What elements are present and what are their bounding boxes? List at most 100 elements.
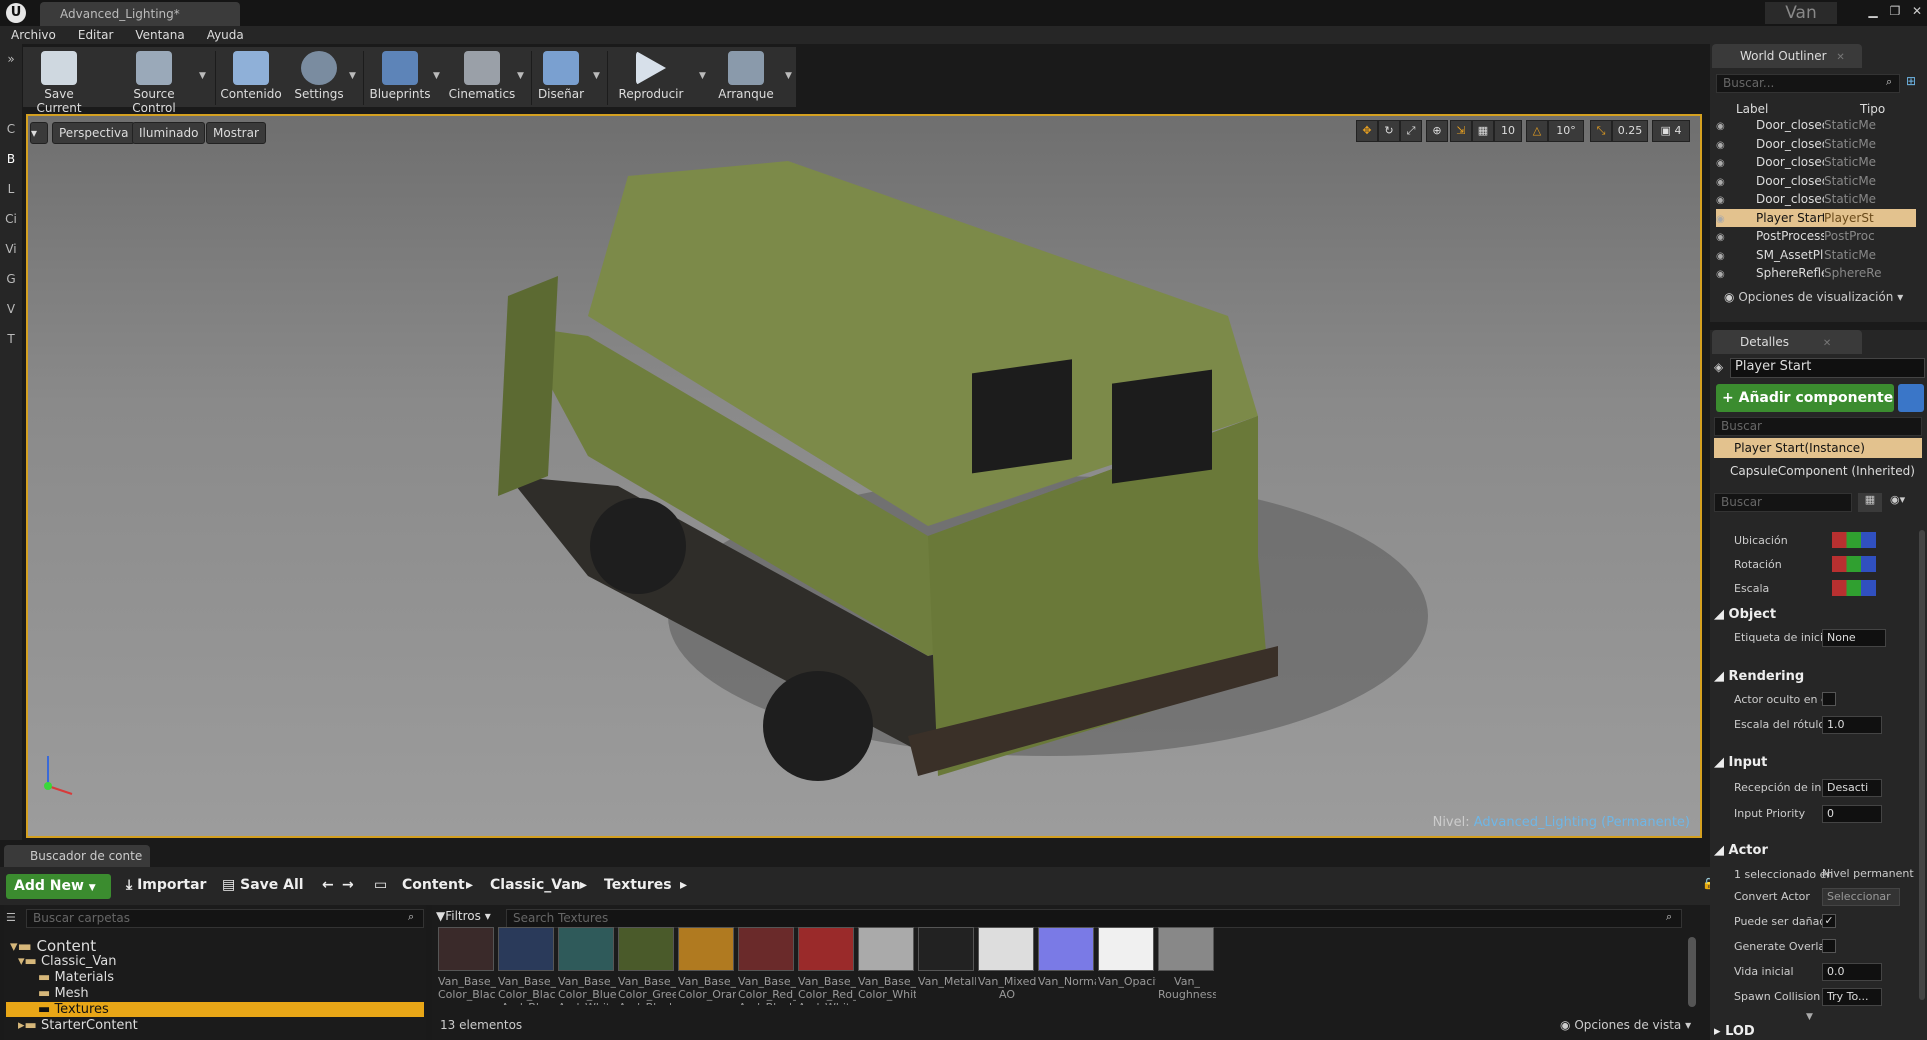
mode-tab-v[interactable]: V (0, 294, 22, 324)
mode-tab-vi[interactable]: Vi (0, 234, 22, 264)
component-player-start-instance[interactable]: Player Start(Instance) (1714, 438, 1922, 458)
show-button[interactable]: Mostrar (206, 122, 266, 144)
details-scrollbar[interactable] (1919, 530, 1925, 1000)
start-tag-field[interactable]: None (1822, 629, 1886, 647)
rotation-label[interactable]: Rotación (1734, 558, 1834, 571)
location-xyz-field[interactable] (1832, 532, 1876, 548)
save-current-button[interactable]: Save Current (27, 47, 91, 115)
tree-item-mesh[interactable]: ▬ Mesh (38, 986, 89, 1001)
grid-snap-value[interactable]: 10 (1494, 120, 1522, 142)
asset-tile[interactable]: Van_Base_ Color_Black_ And_Blue (498, 927, 556, 1005)
location-label[interactable]: Ubicación (1734, 534, 1834, 547)
asset-tile[interactable]: Van_Mixed_ AO (978, 927, 1036, 1005)
outliner-row[interactable]: ◉ Door_closedStaticMe (1716, 190, 1916, 208)
unreal-logo-icon[interactable]: U (6, 3, 26, 23)
scale-snap-value[interactable]: 0.25 (1612, 120, 1648, 142)
rotate-icon[interactable]: ↻ (1378, 120, 1400, 142)
tree-item-content[interactable]: ▾▬ Content (10, 937, 96, 955)
outliner-search-input[interactable]: Buscar... (1716, 74, 1900, 93)
filters-button[interactable]: ▼Filtros ▾ (436, 909, 491, 923)
scale-xyz-field[interactable] (1832, 580, 1876, 596)
asset-tile[interactable]: Van_Opacity (1098, 927, 1156, 1005)
rotation-xyz-field[interactable] (1832, 556, 1876, 572)
blueprint-button[interactable] (1898, 384, 1924, 412)
save-all-button[interactable]: ▤ Save All (222, 877, 304, 893)
outliner-row[interactable]: ◉ Door_closedStaticMe (1716, 135, 1916, 153)
outliner-row[interactable]: ◉ SphereRefleSphereRe (1716, 264, 1916, 282)
outliner-row[interactable]: ◉ Door_closedStaticMe (1716, 153, 1916, 171)
details-search-input[interactable]: Buscar (1714, 493, 1852, 512)
breadcrumb-classic-van[interactable]: Classic_Van (490, 877, 581, 893)
mode-tab-l[interactable]: L (0, 174, 22, 204)
can-be-damaged-checkbox[interactable]: ✓ (1822, 914, 1836, 928)
surface-snap-icon[interactable]: ⇲ (1450, 120, 1472, 142)
close-icon[interactable]: ✕ (1906, 2, 1927, 20)
visibility-eye-icon[interactable]: ◉ (1716, 155, 1734, 171)
close-icon[interactable]: ✕ (1823, 338, 1831, 349)
menu-ventana[interactable]: Ventana (124, 26, 195, 44)
rotation-snap-icon[interactable]: △ (1526, 120, 1548, 142)
add-component-button[interactable]: + Añadir componente ▾ (1716, 384, 1894, 434)
view-options-button[interactable]: ◉ Opciones de vista ▾ (1560, 1018, 1691, 1032)
lit-mode-button[interactable]: Iluminado (132, 122, 206, 144)
tree-item-classic-van[interactable]: ▾▬ Classic_Van (18, 954, 117, 969)
actor-name-field[interactable]: Player Start (1730, 358, 1925, 378)
source-control-button[interactable]: Source Control (113, 47, 195, 115)
scale-snap-icon[interactable]: ⤡ (1590, 120, 1612, 142)
section-object[interactable]: ◢ Object (1714, 607, 1776, 622)
grid-view-icon[interactable]: ▦ (1858, 493, 1882, 512)
launch-dropdown-icon[interactable]: ▼ (785, 71, 792, 81)
blueprints-dropdown-icon[interactable]: ▼ (433, 71, 440, 81)
billboard-scale-field[interactable]: 1.0 (1822, 716, 1882, 734)
back-icon[interactable]: ← (322, 877, 334, 893)
add-new-button[interactable]: Add New ▼ (6, 874, 111, 899)
search-icon[interactable]: ⌕ (408, 910, 414, 924)
asset-scrollbar[interactable] (1688, 937, 1696, 1007)
blueprints-button[interactable]: Blueprints (367, 47, 433, 109)
asset-tile[interactable]: Van_Base_ Color_Black (438, 927, 496, 1005)
mode-tab-t[interactable]: T (0, 324, 22, 354)
component-capsule[interactable]: CapsuleComponent (Inherited) (1730, 464, 1915, 478)
menu-ayuda[interactable]: Ayuda (196, 26, 255, 44)
cinematics-button[interactable]: Cinematics (447, 47, 517, 109)
asset-tile[interactable]: Van_Metallic (918, 927, 976, 1005)
visibility-eye-icon[interactable]: ◉ (1716, 211, 1734, 227)
section-input[interactable]: ◢ Input (1714, 755, 1767, 770)
eye-icon[interactable]: ◉▾ (1890, 493, 1905, 506)
tree-item-starter-content[interactable]: ▸▬ StarterContent (18, 1018, 138, 1033)
tree-item-materials[interactable]: ▬ Materials (38, 970, 114, 985)
search-icon[interactable]: ⌕ (1886, 75, 1892, 89)
mode-tab-ci[interactable]: Ci (0, 204, 22, 234)
menu-editar[interactable]: Editar (67, 26, 125, 44)
perspective-button[interactable]: Perspectiva (52, 122, 136, 144)
design-dropdown-icon[interactable]: ▼ (593, 71, 600, 81)
outliner-col-label[interactable]: Label (1736, 102, 1768, 116)
expand-more-icon[interactable]: ▼ (1806, 1012, 1813, 1022)
spawn-collision-select[interactable]: Try To... (1822, 988, 1882, 1006)
initial-lifespan-field[interactable]: 0.0 (1822, 963, 1882, 981)
level-viewport[interactable]: ▾ Perspectiva Iluminado Mostrar ✥ ↻ ⤢ ⊕ … (26, 114, 1702, 838)
rotation-snap-value[interactable]: 10° (1548, 120, 1584, 142)
source-control-dropdown-icon[interactable]: ▼ (199, 71, 206, 81)
asset-tile[interactable]: Van_Base_ Color_Red_ And_White (798, 927, 856, 1005)
world-outliner-tab[interactable]: World Outliner ✕ (1712, 44, 1862, 68)
maximize-icon[interactable]: ❐ (1884, 2, 1906, 20)
section-lod[interactable]: ▸ LOD (1714, 1024, 1755, 1039)
launch-button[interactable]: Arranque (711, 47, 781, 109)
component-search-input[interactable]: Buscar (1714, 417, 1922, 436)
mode-tab-g[interactable]: G (0, 264, 22, 294)
import-button[interactable]: ⤓ Importar (126, 877, 206, 893)
asset-tile[interactable]: Van_Normal (1038, 927, 1096, 1005)
visibility-eye-icon[interactable]: ◉ (1716, 229, 1734, 245)
viewport-options-button[interactable]: ▾ (30, 122, 48, 144)
expand-icon[interactable]: » (0, 44, 22, 114)
asset-tile[interactable]: Van_Base_ Color_Orange (678, 927, 736, 1005)
outliner-row[interactable]: ◉ SM_AssetPlStaticMe (1716, 246, 1916, 264)
visibility-eye-icon[interactable]: ◉ (1716, 137, 1734, 153)
breadcrumb-textures[interactable]: Textures (604, 877, 672, 893)
world-local-icon[interactable]: ⊕ (1426, 120, 1448, 142)
tree-toggle-icon[interactable]: ☰ (6, 911, 16, 924)
asset-tile[interactable]: Van_Base_ Color_Red_ And_Black (738, 927, 796, 1005)
outliner-col-type[interactable]: Tipo (1860, 102, 1885, 116)
visibility-eye-icon[interactable]: ◉ (1716, 248, 1734, 264)
